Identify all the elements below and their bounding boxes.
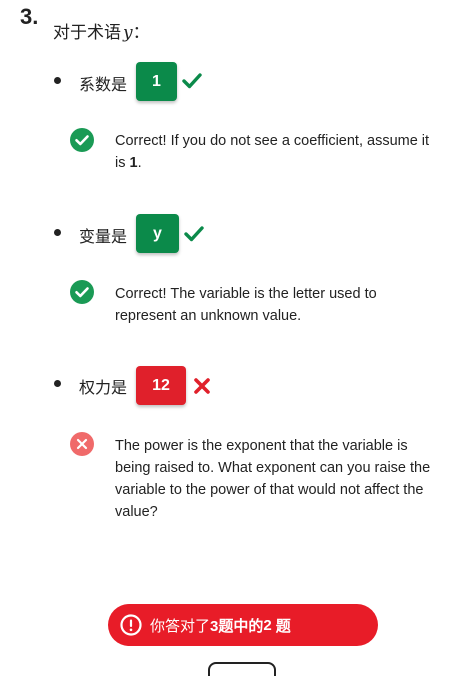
bullet — [54, 229, 61, 236]
checkmark-icon — [182, 73, 202, 89]
question-prompt: 对于术语 y： — [53, 18, 150, 43]
bullet — [54, 380, 61, 387]
question-number: 3. — [20, 4, 39, 29]
bullet — [54, 77, 61, 84]
checkmark-icon — [184, 226, 204, 242]
alert-circle-icon — [120, 614, 142, 636]
feedback-text: Correct! The variable is the letter used… — [115, 286, 377, 324]
x-mark-icon — [194, 378, 210, 394]
answer-box[interactable]: 12 — [136, 366, 186, 405]
term-label: 系数是 — [79, 77, 128, 94]
feedback-text: The power is the exponent that the varia… — [115, 438, 431, 520]
answer-box[interactable]: 1 — [136, 62, 177, 101]
feedback-lead: Correct! If you do not see a coefficient… — [115, 133, 430, 171]
score-mid: 中的 — [233, 617, 264, 635]
answer-box[interactable]: y — [136, 214, 179, 253]
term-label: 权力是 — [79, 380, 128, 397]
feedback-text: Correct! If you do not see a coefficient… — [115, 130, 435, 174]
score-suffix: 题 — [275, 617, 291, 635]
check-circle-icon — [70, 128, 94, 152]
question-colon: ： — [132, 23, 150, 42]
check-circle-icon — [70, 280, 94, 304]
score-banner: 你答对了 3题 中的 2 题 — [108, 604, 378, 646]
score-correct: 2 — [263, 616, 272, 634]
x-circle-icon — [70, 432, 94, 456]
question-text: 对于术语 — [53, 23, 121, 42]
term-label: 变量是 — [79, 229, 128, 246]
score-total: 3题 — [210, 617, 234, 635]
feedback-tail: . — [137, 155, 142, 171]
question-variable: y — [123, 23, 133, 43]
feedback-bold-value: 1 — [129, 155, 138, 171]
score-prefix: 你答对了 — [150, 617, 211, 635]
next-button[interactable] — [208, 662, 276, 676]
